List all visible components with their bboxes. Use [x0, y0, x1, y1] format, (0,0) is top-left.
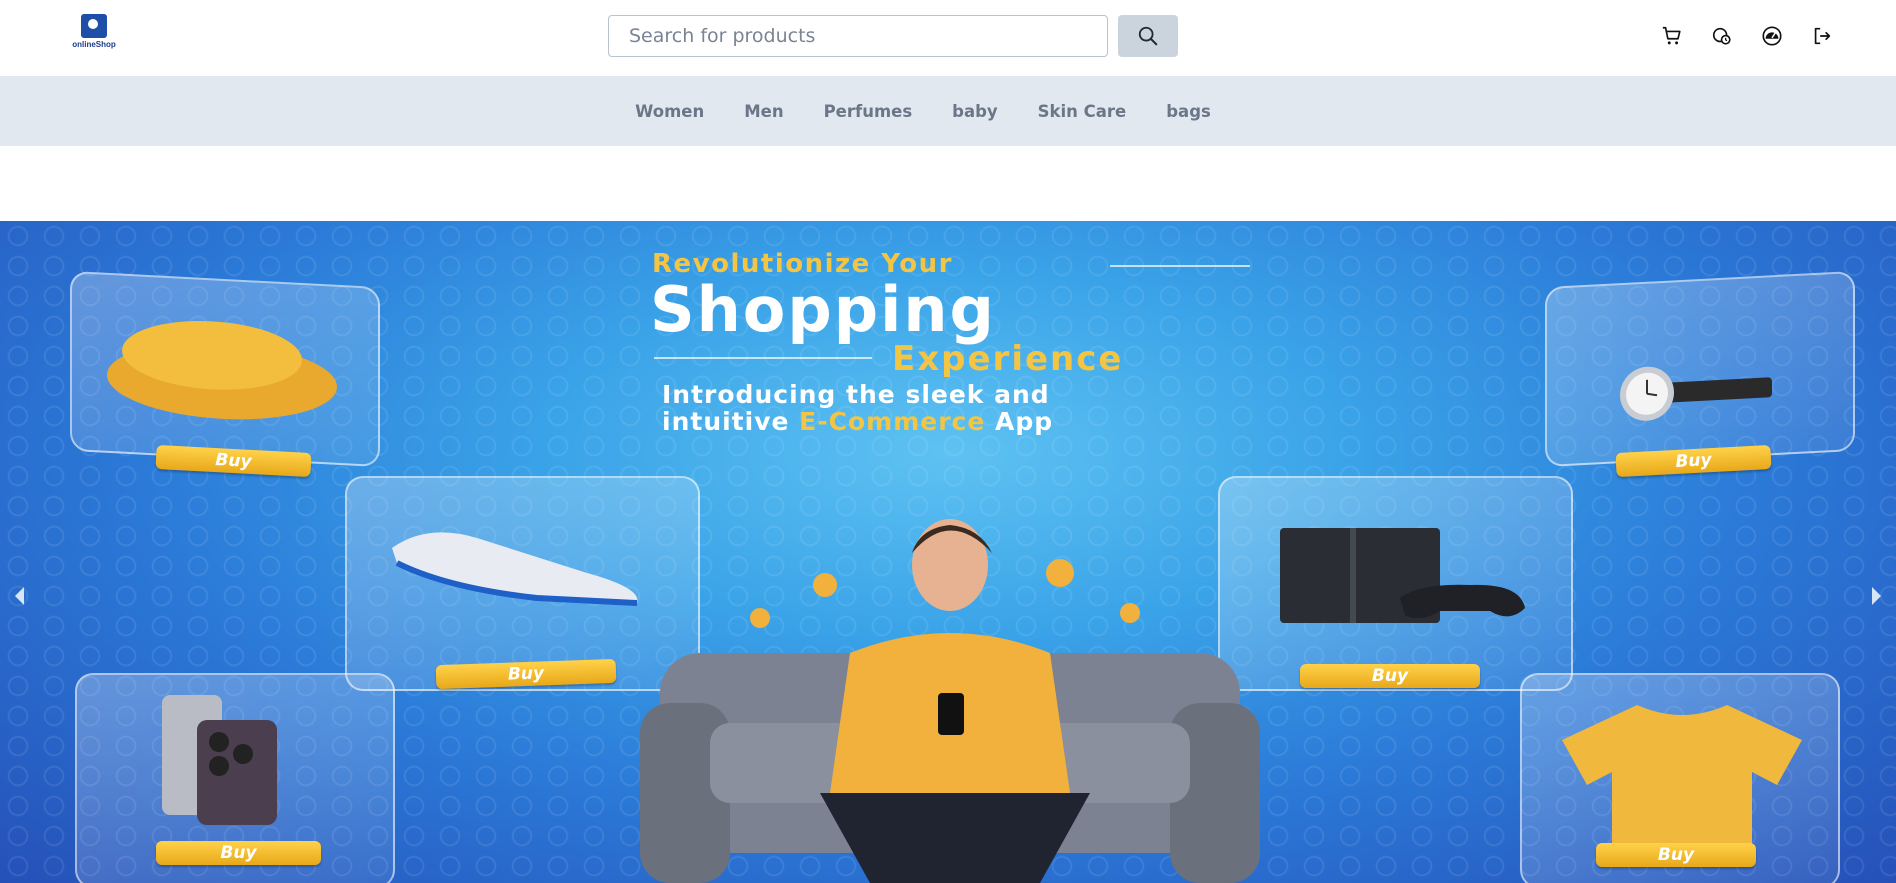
- cart-button[interactable]: [1660, 24, 1684, 48]
- nav-item-bags[interactable]: bags: [1166, 102, 1211, 121]
- hero-subtitle: Introducing the sleek and intuitive E-Co…: [662, 381, 1262, 435]
- logout-icon: [1814, 27, 1831, 45]
- site-header: onlineShop: [0, 0, 1896, 76]
- product-card-beanbag: [70, 270, 380, 468]
- nav-item-skin-care[interactable]: Skin Care: [1038, 102, 1127, 121]
- category-nav: Women Men Perfumes baby Skin Care bags: [0, 76, 1896, 146]
- watch-icon: [1620, 366, 1772, 421]
- hero-subtitle-part1: Introducing the sleek and: [662, 380, 1050, 409]
- phone-icon: [162, 695, 277, 825]
- person-on-sofa-illustration: [640, 519, 1260, 883]
- cart-icon: [1662, 26, 1681, 45]
- console-icon: [1280, 528, 1525, 623]
- hero-title-line3: Experience: [892, 339, 1124, 379]
- logo-mark-icon: [81, 14, 107, 38]
- tshirt-icon: [1562, 705, 1802, 845]
- dashboard-button[interactable]: [1760, 24, 1784, 48]
- beanbag-icon: [107, 320, 337, 420]
- hero-decor-line: [654, 357, 872, 359]
- carousel-next-icon[interactable]: [1870, 585, 1884, 607]
- search-input[interactable]: [608, 15, 1108, 57]
- hero-decor-line: [1110, 265, 1250, 267]
- hero-subtitle-highlight: E-Commerce: [799, 407, 986, 436]
- search-button[interactable]: [1118, 15, 1178, 57]
- hero-subtitle-part3: App: [985, 407, 1054, 436]
- buy-button[interactable]: Buy: [156, 841, 321, 865]
- dashboard-icon: [1762, 26, 1782, 46]
- orders-button[interactable]: [1710, 24, 1734, 48]
- logo-text: onlineShop: [72, 40, 116, 49]
- hero-title-line2: Shopping: [650, 273, 996, 346]
- buy-button[interactable]: Buy: [1596, 843, 1756, 867]
- hero-subtitle-part2: intuitive: [662, 407, 800, 436]
- shoe-icon: [392, 532, 638, 606]
- logout-button[interactable]: [1810, 24, 1834, 48]
- orders-icon: [1712, 27, 1731, 45]
- nav-item-baby[interactable]: baby: [952, 102, 998, 121]
- buy-button[interactable]: Buy: [1300, 664, 1480, 688]
- nav-item-men[interactable]: Men: [744, 102, 783, 121]
- header-actions: [1660, 24, 1834, 48]
- search-icon: [1138, 26, 1158, 46]
- carousel-prev-icon[interactable]: [12, 585, 26, 607]
- nav-item-perfumes[interactable]: Perfumes: [824, 102, 913, 121]
- hero-banner[interactable]: Revolutionize Your Shopping Experience I…: [0, 221, 1896, 883]
- site-logo[interactable]: onlineShop: [66, 14, 122, 56]
- product-card-watch: [1545, 270, 1855, 468]
- nav-item-women[interactable]: Women: [635, 102, 704, 121]
